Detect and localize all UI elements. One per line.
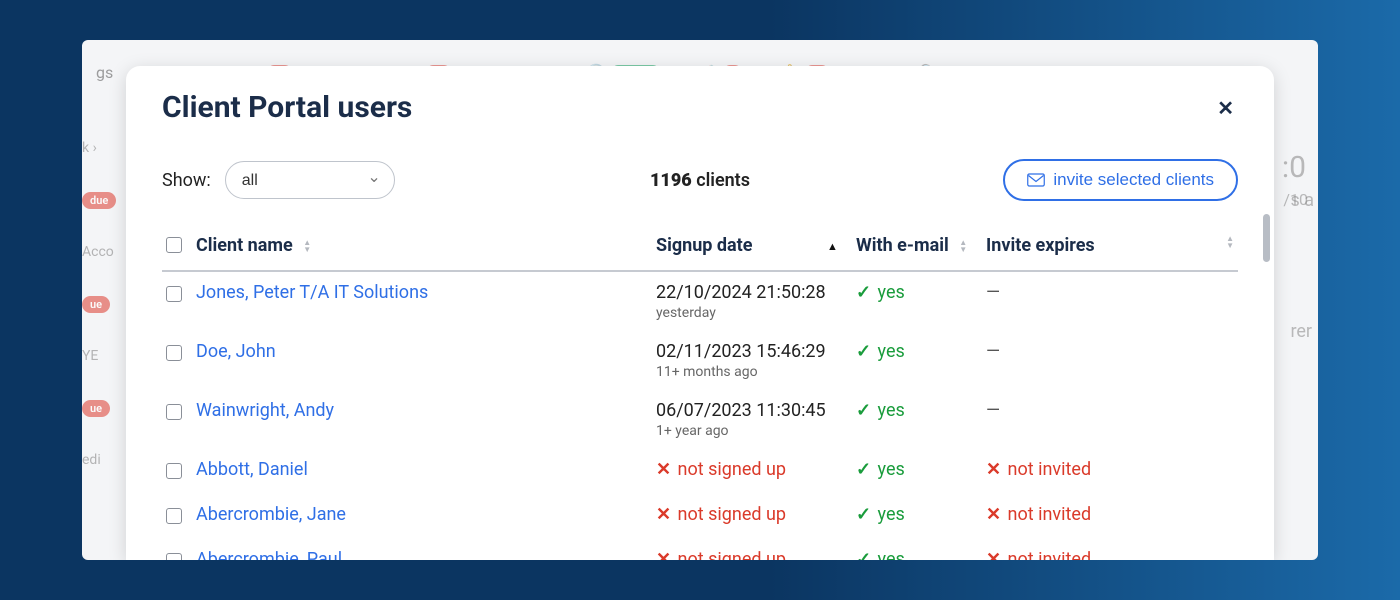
x-icon: ✕ xyxy=(656,459,671,480)
check-icon: ✓ xyxy=(856,549,871,560)
close-icon: ✕ xyxy=(1217,96,1234,120)
column-header-with-email[interactable]: With e-mail ▲▼ xyxy=(852,223,982,271)
select-all-checkbox[interactable] xyxy=(166,237,182,253)
check-icon: ✓ xyxy=(856,459,871,480)
x-icon: ✕ xyxy=(656,504,671,525)
with-email-value: ✓ yes xyxy=(856,341,905,362)
signup-timestamp: 02/11/2023 15:46:29 xyxy=(656,341,848,362)
x-icon: ✕ xyxy=(986,504,1001,525)
bg-right-fragments: s a rer xyxy=(1290,190,1314,452)
client-portal-users-modal: Client Portal users ✕ Show: all 1196 cli… xyxy=(126,66,1274,560)
bg-nav-item: gs xyxy=(96,63,113,82)
client-name-link[interactable]: Abercrombie, Jane xyxy=(196,504,346,525)
client-count: 1196 clients xyxy=(650,170,750,191)
column-header-client-name[interactable]: Client name ▲▼ xyxy=(192,223,652,271)
envelope-icon xyxy=(1027,173,1045,187)
invite-expires-value: — xyxy=(986,400,1000,421)
column-header-invite-expires[interactable]: Invite expires ▲▼ xyxy=(982,223,1238,271)
signup-relative: 11+ months ago xyxy=(656,364,848,380)
table-row: Abercrombie, Paul ✕ not signed up ✓ yes ✕ n… xyxy=(162,539,1238,560)
with-email-value: ✓ yes xyxy=(856,459,905,480)
check-icon: ✓ xyxy=(856,282,871,303)
table-row: Wainwright, Andy 06/07/2023 11:30:45 1+ ye… xyxy=(162,390,1238,449)
show-filter-select[interactable]: all xyxy=(225,161,395,199)
table-row: Doe, John 02/11/2023 15:46:29 11+ months a… xyxy=(162,331,1238,390)
client-name-link[interactable]: Jones, Peter T/A IT Solutions xyxy=(196,282,428,303)
client-name-link[interactable]: Wainwright, Andy xyxy=(196,400,334,421)
table-row: Jones, Peter T/A IT Solutions 22/10/2024 … xyxy=(162,271,1238,331)
sort-icon: ▲ xyxy=(827,243,838,250)
table-row: Abbott, Daniel ✕ not signed up ✓ yes ✕ not … xyxy=(162,449,1238,494)
bg-clock-fragment: :0 xyxy=(1282,150,1306,185)
with-email-value: ✓ yes xyxy=(856,400,905,421)
invite-expires-value: — xyxy=(986,282,1000,303)
x-icon: ✕ xyxy=(986,549,1001,560)
signup-timestamp: 06/07/2023 11:30:45 xyxy=(656,400,848,421)
row-checkbox[interactable] xyxy=(166,286,182,302)
signup-timestamp: 22/10/2024 21:50:28 xyxy=(656,282,848,303)
column-header-signup-date[interactable]: Signup date ▲ xyxy=(652,223,852,271)
sort-icon: ▲▼ xyxy=(959,239,967,253)
signup-relative: 1+ year ago xyxy=(656,423,848,439)
with-email-value: ✓ yes xyxy=(856,282,905,303)
with-email-value: ✓ yes xyxy=(856,549,905,560)
row-checkbox[interactable] xyxy=(166,508,182,524)
check-icon: ✓ xyxy=(856,341,871,362)
not-signed-up: ✕ not signed up xyxy=(656,504,786,525)
scrollbar-thumb[interactable] xyxy=(1263,214,1270,262)
table-row: Abercrombie, Jane ✕ not signed up ✓ yes ✕ n… xyxy=(162,494,1238,539)
sort-icon: ▲▼ xyxy=(303,239,311,253)
bg-left-fragments: k › due Acco ue YE ue edi xyxy=(82,140,112,504)
close-button[interactable]: ✕ xyxy=(1213,94,1238,122)
x-icon: ✕ xyxy=(656,549,671,560)
client-name-link[interactable]: Doe, John xyxy=(196,341,276,362)
client-name-link[interactable]: Abercrombie, Paul xyxy=(196,549,342,560)
row-checkbox[interactable] xyxy=(166,345,182,361)
signup-relative: yesterday xyxy=(656,305,848,321)
row-checkbox[interactable] xyxy=(166,553,182,560)
check-icon: ✓ xyxy=(856,400,871,421)
not-signed-up: ✕ not signed up xyxy=(656,549,786,560)
invite-expires-value: — xyxy=(986,341,1000,362)
clients-table: Client name ▲▼ Signup date ▲ With e-mail… xyxy=(162,223,1238,560)
with-email-value: ✓ yes xyxy=(856,504,905,525)
not-invited: ✕ not invited xyxy=(986,549,1091,560)
not-signed-up: ✕ not signed up xyxy=(656,459,786,480)
invite-selected-clients-button[interactable]: invite selected clients xyxy=(1003,159,1238,201)
client-name-link[interactable]: Abbott, Daniel xyxy=(196,459,308,480)
sort-icon: ▲▼ xyxy=(1226,235,1234,249)
check-icon: ✓ xyxy=(856,504,871,525)
row-checkbox[interactable] xyxy=(166,404,182,420)
row-checkbox[interactable] xyxy=(166,463,182,479)
modal-title: Client Portal users xyxy=(162,90,412,125)
x-icon: ✕ xyxy=(986,459,1001,480)
show-filter-label: Show: xyxy=(162,170,211,191)
not-invited: ✕ not invited xyxy=(986,504,1091,525)
not-invited: ✕ not invited xyxy=(986,459,1091,480)
